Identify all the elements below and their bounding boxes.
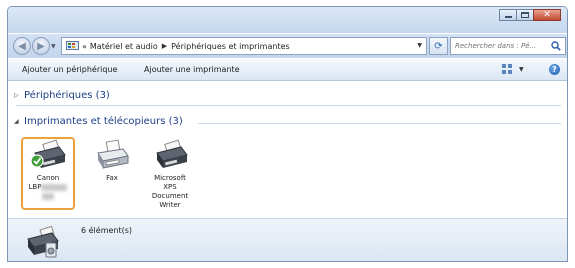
details-pane: 6 élément(s) (8, 218, 567, 261)
collapse-icon: ◢ (14, 118, 19, 125)
device-list: ▷ Périphériques (3) ◢ Imprimantes et tél… (8, 82, 567, 218)
device-label: Microsoft XPS Document Writer (152, 174, 188, 210)
device-xps-writer[interactable]: Microsoft XPS Document Writer (143, 139, 197, 210)
search-input[interactable] (455, 42, 550, 50)
group-devices[interactable]: ▷ Périphériques (3) (14, 90, 110, 101)
printer-icon (30, 139, 66, 168)
device-name-line-2: LBP (28, 183, 42, 191)
add-printer-button[interactable]: Ajouter une imprimante (144, 65, 240, 74)
group-divider (198, 123, 561, 124)
device-name-line-2: XPS (163, 183, 177, 191)
refresh-icon: ⟳ (434, 40, 443, 52)
close-button[interactable]: ✕ (533, 9, 561, 21)
breadcrumb-separator-icon[interactable]: ▶ (162, 42, 167, 50)
default-checkmark-icon (30, 154, 44, 168)
device-fax[interactable]: Fax (85, 139, 139, 183)
fax-icon (97, 139, 129, 169)
printer-icon (156, 139, 188, 168)
help-button[interactable]: ? (549, 64, 560, 75)
view-options-button[interactable]: ▼ (502, 64, 524, 74)
forward-button[interactable]: ▶ (32, 37, 50, 55)
view-options-icon (502, 64, 512, 74)
group-devices-label: Périphériques (3) (24, 90, 110, 101)
help-icon: ? (552, 65, 557, 74)
device-name-line-1: Microsoft (154, 174, 186, 182)
search-icon[interactable] (551, 41, 561, 51)
device-label: Fax (106, 174, 118, 182)
device-name-line-3: Document (151, 192, 189, 200)
add-device-button[interactable]: Ajouter un périphérique (22, 65, 117, 74)
close-icon: ✕ (543, 9, 551, 20)
back-arrow-icon: ◀ (18, 40, 26, 52)
recent-pages-dropdown[interactable]: ▼ (51, 43, 56, 50)
forward-arrow-icon: ▶ (37, 40, 45, 52)
group-printers-label: Imprimantes et télécopieurs (3) (24, 116, 183, 127)
refresh-button[interactable]: ⟳ (429, 37, 448, 55)
control-panel-icon (66, 41, 79, 50)
breadcrumb-hardware-and-sound[interactable]: Matériel et audio (90, 42, 158, 51)
device-label: Canon LBP (29, 174, 68, 200)
item-count: 6 élément(s) (81, 226, 133, 235)
chevron-down-icon: ▼ (519, 65, 524, 73)
search-box[interactable] (450, 37, 566, 55)
device-name-line-4: Writer (159, 201, 181, 209)
navigation-bar: ◀ ▶ ▼ « Matériel et audio ▶ Périphérique… (8, 34, 567, 58)
device-name-line-1: Canon (36, 174, 60, 182)
group-printers[interactable]: ◢ Imprimantes et télécopieurs (3) (14, 116, 183, 127)
devices-and-printers-icon (27, 225, 59, 258)
window-controls: ✕ (499, 9, 561, 21)
devices-and-printers-window: ✕ ◀ ▶ ▼ « Matériel et audio ▶ Périphériq… (7, 6, 568, 262)
address-overflow[interactable]: « (82, 42, 87, 51)
maximize-button[interactable] (516, 9, 534, 21)
command-bar: Ajouter un périphérique Ajouter une impr… (8, 59, 567, 81)
minimize-button[interactable] (499, 9, 517, 21)
address-dropdown-icon[interactable]: ▼ (417, 42, 422, 49)
title-bar[interactable]: ✕ (8, 7, 567, 33)
expand-icon: ▷ (14, 92, 19, 99)
maximize-icon (521, 12, 529, 18)
redacted-model (41, 183, 68, 191)
device-canon-printer[interactable]: Canon LBP (21, 137, 75, 210)
address-bar[interactable]: « Matériel et audio ▶ Périphériques et i… (61, 37, 427, 55)
group-divider (16, 105, 561, 106)
back-button[interactable]: ◀ (13, 37, 31, 55)
minimize-icon (504, 16, 512, 18)
redacted-model-suffix (42, 193, 54, 200)
breadcrumb-devices-and-printers[interactable]: Périphériques et imprimantes (171, 42, 290, 51)
